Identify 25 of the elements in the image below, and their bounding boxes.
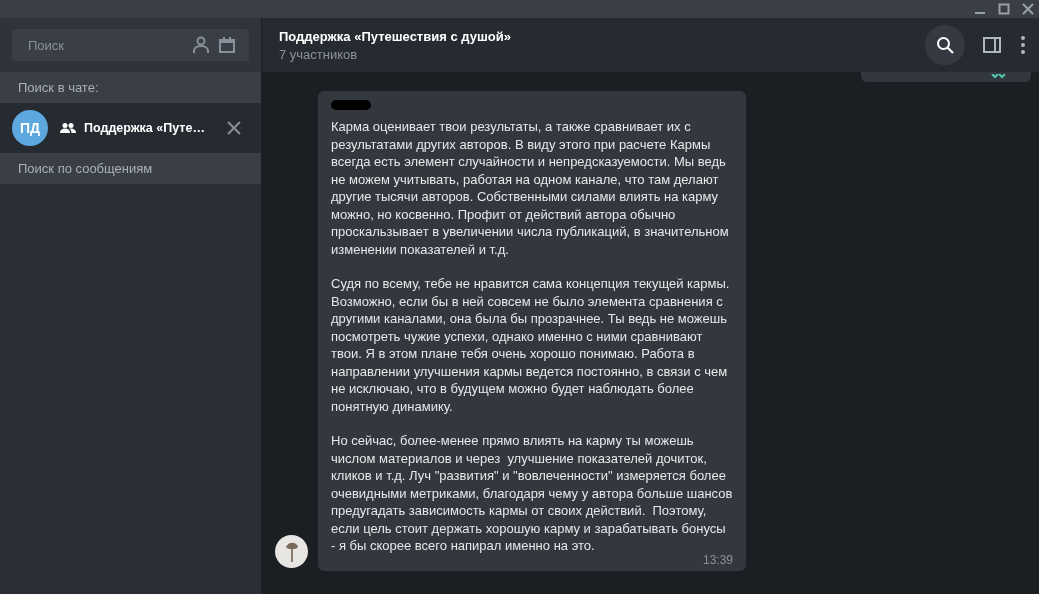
chat-name: Поддержка «Путе…	[84, 121, 206, 135]
sidebar-panel-icon[interactable]	[983, 37, 1001, 53]
person-icon[interactable]	[193, 36, 209, 54]
calendar-icon[interactable]	[219, 37, 235, 53]
group-icon	[60, 123, 76, 133]
close-icon[interactable]	[227, 121, 241, 135]
message-time: 13:39	[702, 552, 733, 567]
chat-title: Поддержка «Путешествия с душой»	[279, 28, 512, 44]
close-icon[interactable]	[1022, 3, 1034, 15]
avatar: ПД	[12, 110, 48, 146]
message-text: Но сейчас, более-менее прямо влиять на карму ты можешь числом материалов и через улучшение показателей дочиток, кликов и т.д. Луч "развития" и "вовлеченности" измеряется более очевидными метриками, благодаря чему у автора больше шансов предугадать зависимость кармы от своих действий. Поэтому, если цель стоит держать хорошую карму и зарабатывать бонусы - я бы скорее всего напирал именно на это.	[331, 432, 733, 555]
member-count: 7 участников	[279, 46, 359, 62]
message-text: Карма оценивает твои результаты, а также сравнивает их с результатами других авторов. В виду этого при расчете Кармы всегда есть элемент случайности и непредсказуемости. Мы ведь не можем учитывать, работая на одном канале, что там делают другие тысячи авторов. Собственными силами влиять на карму можно, но косвенно. Профит от действий автора обычно проскальзывает в увеличении числа публикаций, в значительном изменении показателей и т.д.	[331, 118, 730, 258]
search-field[interactable]: Поиск	[12, 29, 249, 61]
search-messages-item[interactable]: Поиск по сообщениям	[0, 153, 261, 184]
maximize-icon[interactable]	[998, 3, 1010, 15]
chat-item[interactable]: ПД Поддержка «Путе…	[0, 103, 261, 153]
redacted-name	[331, 100, 371, 110]
search-button[interactable]	[925, 25, 965, 65]
message-text: Судя по всему, тебе не нравится сама концепция текущей кармы. Возможно, если бы в ней совсем не было элемента сравнения с другими каналами, она была бы прозрачнее. Ты ведь не можешь посмотреть чужие успехи, однако именно с ними сравнивают твои. Я в этом плане тебя очень хорошо понимаю. Работа в направлении улучшения кармы ведется постоянно, в связи с чем не исключаю, что в будущем можно будет наблюдать более понятную динамику.	[331, 275, 731, 415]
search-icon	[936, 36, 954, 54]
double-check-icon	[991, 74, 1007, 80]
more-icon[interactable]	[1021, 36, 1025, 54]
search-in-chat-label: Поиск в чате:	[0, 72, 261, 103]
tree-icon	[284, 540, 299, 562]
